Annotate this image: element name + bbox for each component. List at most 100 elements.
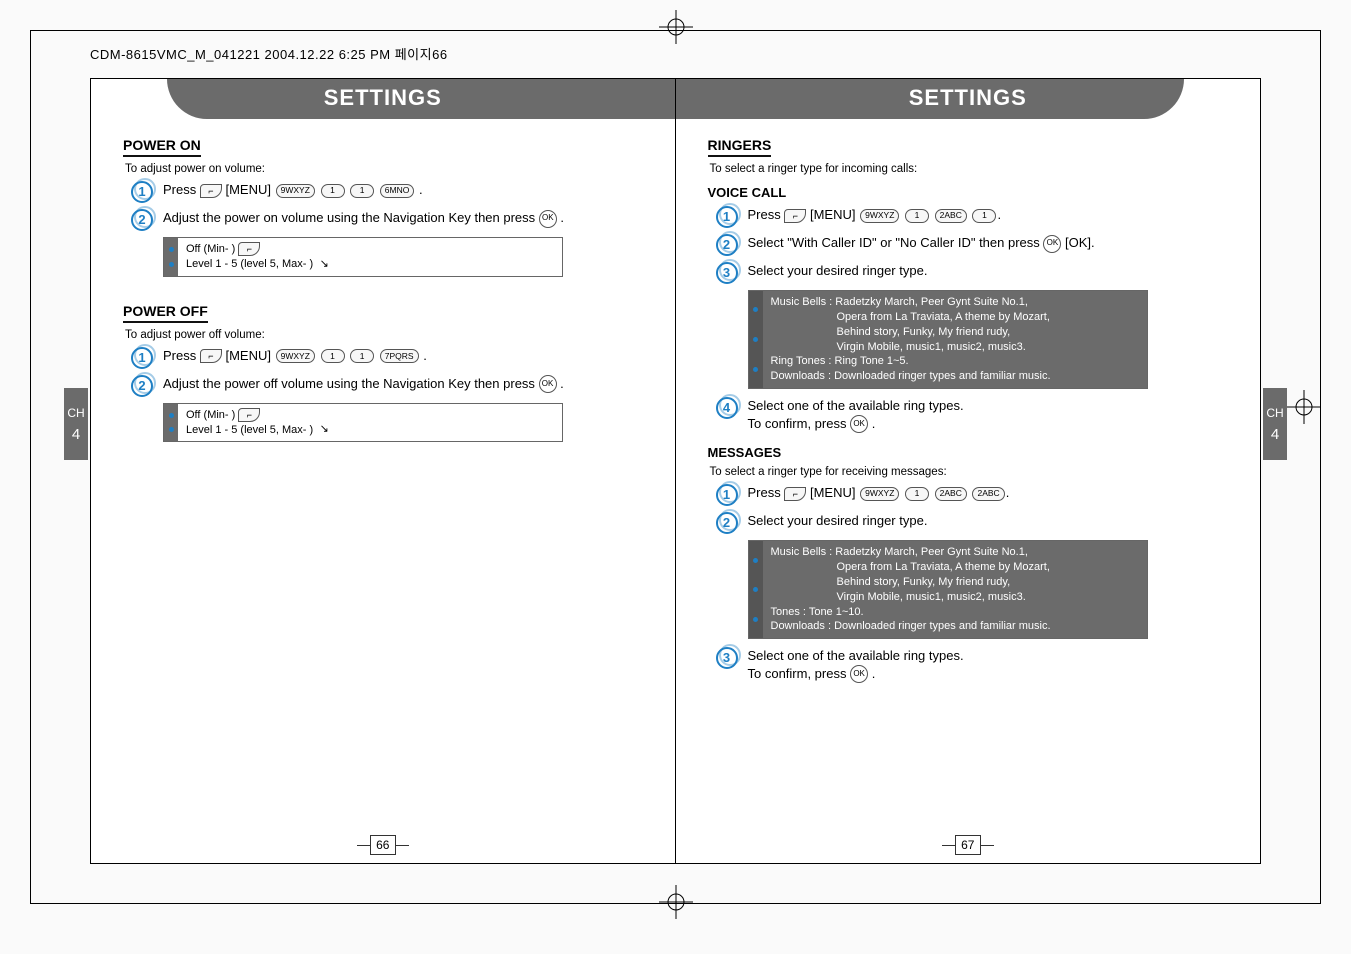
key-1-icon: 1	[350, 184, 374, 198]
softkey-icon: ⌐	[784, 209, 806, 223]
key-9-icon: 9WXYZ	[860, 209, 899, 223]
bullet-icon	[169, 413, 174, 418]
key-2-icon: 2ABC	[972, 487, 1004, 501]
key-9-icon: 9WXYZ	[276, 184, 315, 198]
info-box-dark: Music Bells : Radetzky March, Peer Gynt …	[748, 540, 1148, 639]
chapter-number: 4	[72, 426, 80, 443]
softkey-icon: ⌐	[200, 184, 222, 198]
step-number-icon: 1	[716, 206, 738, 228]
print-header: CDM-8615VMC_M_041221 2004.12.22 6:25 PM …	[90, 44, 448, 63]
lead-text: To adjust power off volume:	[125, 329, 647, 341]
step-text: Select one of the available ring types. …	[748, 397, 1233, 433]
sub-heading-voice-call: VOICE CALL	[708, 185, 1233, 200]
sub-heading-messages: MESSAGES	[708, 445, 1233, 460]
lead-text: To adjust power on volume:	[125, 163, 647, 175]
chapter-label: CH	[1266, 406, 1283, 420]
step-text: Press ⌐ [MENU] 9WXYZ 1 1 6MNO .	[163, 181, 647, 199]
step-row: 2 Adjust the power off volume using the …	[131, 375, 647, 397]
key-6-icon: 6MNO	[380, 184, 415, 198]
ok-key-icon: OK	[1043, 235, 1061, 253]
key-7-icon: 7PQRS	[380, 349, 419, 363]
step-text: Press ⌐ [MENU] 9WXYZ 1 2ABC 2ABC.	[748, 484, 1233, 502]
softkey-icon: ⌐	[238, 408, 260, 422]
step-text: Adjust the power on volume using the Nav…	[163, 209, 647, 228]
page-spread: SETTINGS POWER ON To adjust power on vol…	[90, 78, 1261, 864]
bullet-icon	[169, 427, 174, 432]
chapter-tab-right: CH 4	[1263, 388, 1287, 460]
key-1-icon: 1	[321, 184, 345, 198]
bullet-icon	[753, 587, 758, 592]
step-row: 2 Adjust the power on volume using the N…	[131, 209, 647, 231]
softkey-icon: ⌐	[784, 487, 806, 501]
step-row: 1 Press ⌐ [MENU] 9WXYZ 1 1 6MNO .	[131, 181, 647, 203]
section-heading-power-off: POWER OFF	[123, 303, 208, 323]
ok-key-icon: OK	[539, 210, 557, 228]
softkey-icon: ⌐	[200, 349, 222, 363]
step-number-icon: 1	[716, 484, 738, 506]
ok-key-icon: OK	[850, 415, 868, 433]
bullet-icon	[753, 307, 758, 312]
step-text: Press ⌐ [MENU] 9WXYZ 1 1 7PQRS .	[163, 347, 647, 365]
bullet-icon	[753, 558, 758, 563]
right-page: SETTINGS RINGERS To select a ringer type…	[676, 79, 1261, 863]
tab-header: SETTINGS	[91, 79, 675, 121]
step-number-icon: 3	[716, 262, 738, 284]
step-row: 4 Select one of the available ring types…	[716, 397, 1233, 433]
registration-mark-icon	[1287, 390, 1321, 424]
bullet-icon	[169, 247, 174, 252]
nav-right-icon: ↘	[316, 257, 332, 271]
step-text: Select one of the available ring types. …	[748, 647, 1233, 683]
chapter-tab-left: CH 4	[64, 388, 88, 460]
key-1-icon: 1	[905, 209, 929, 223]
step-text: Select your desired ringer type.	[748, 512, 1233, 530]
step-number-icon: 4	[716, 397, 738, 419]
softkey-icon: ⌐	[238, 242, 260, 256]
step-row: 1 Press ⌐ [MENU] 9WXYZ 1 1 7PQRS .	[131, 347, 647, 369]
key-1-icon: 1	[905, 487, 929, 501]
key-1-icon: 1	[972, 209, 996, 223]
step-number-icon: 2	[716, 234, 738, 256]
key-2-icon: 2ABC	[935, 209, 967, 223]
lead-text: To select a ringer type for receiving me…	[710, 466, 1233, 478]
step-row: 1 Press ⌐ [MENU] 9WXYZ 1 2ABC 1.	[716, 206, 1233, 228]
registration-mark-icon	[659, 885, 693, 919]
step-text: Select your desired ringer type.	[748, 262, 1233, 280]
key-2-icon: 2ABC	[935, 487, 967, 501]
info-box: Off (Min- ) ⌐ Level 1 - 5 (level 5, Max-…	[163, 237, 563, 277]
bullet-icon	[169, 262, 174, 267]
ok-key-icon: OK	[539, 375, 557, 393]
key-1-icon: 1	[321, 349, 345, 363]
key-1-icon: 1	[350, 349, 374, 363]
step-row: 2 Select your desired ringer type.	[716, 512, 1233, 534]
ok-key-icon: OK	[850, 665, 868, 683]
section-heading-ringers: RINGERS	[708, 137, 772, 157]
key-9-icon: 9WXYZ	[276, 349, 315, 363]
step-text: Press ⌐ [MENU] 9WXYZ 1 2ABC 1.	[748, 206, 1233, 224]
step-text: Select "With Caller ID" or "No Caller ID…	[748, 234, 1233, 253]
chapter-number: 4	[1271, 426, 1279, 443]
bullet-icon	[753, 337, 758, 342]
page-title: SETTINGS	[676, 85, 1261, 111]
step-number-icon: 2	[131, 209, 153, 231]
lead-text: To select a ringer type for incoming cal…	[710, 163, 1233, 175]
step-text: Adjust the power off volume using the Na…	[163, 375, 647, 394]
page-number: 66	[370, 835, 396, 855]
bullet-icon	[753, 367, 758, 372]
section-heading-power-on: POWER ON	[123, 137, 201, 157]
step-number-icon: 3	[716, 647, 738, 669]
registration-mark-icon	[659, 10, 693, 44]
info-box: Off (Min- ) ⌐ Level 1 - 5 (level 5, Max-…	[163, 403, 563, 443]
bullet-icon	[753, 617, 758, 622]
step-number-icon: 1	[131, 347, 153, 369]
step-row: 3 Select one of the available ring types…	[716, 647, 1233, 683]
step-row: 2 Select "With Caller ID" or "No Caller …	[716, 234, 1233, 256]
step-row: 3 Select your desired ringer type.	[716, 262, 1233, 284]
step-number-icon: 1	[131, 181, 153, 203]
key-9-icon: 9WXYZ	[860, 487, 899, 501]
step-row: 1 Press ⌐ [MENU] 9WXYZ 1 2ABC 2ABC.	[716, 484, 1233, 506]
left-page: SETTINGS POWER ON To adjust power on vol…	[91, 79, 676, 863]
info-box-dark: Music Bells : Radetzky March, Peer Gynt …	[748, 290, 1148, 389]
page-number: 67	[955, 835, 981, 855]
nav-right-icon: ↘	[316, 423, 332, 437]
step-number-icon: 2	[716, 512, 738, 534]
